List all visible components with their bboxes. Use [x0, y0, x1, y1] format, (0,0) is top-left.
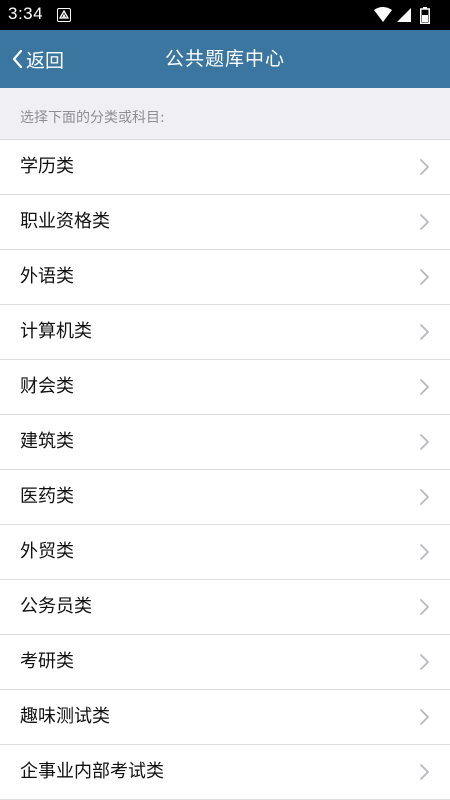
category-list: 学历类 职业资格类 外语类 计算机类 财会类 建筑类 医药类 外贸类 公务员类 … [0, 140, 450, 800]
battery-icon [420, 7, 430, 24]
wifi-icon [374, 7, 392, 22]
list-item[interactable]: 考研类 [0, 635, 450, 690]
status-time: 3:34 [8, 4, 44, 23]
section-header: 选择下面的分类或科目: [0, 88, 450, 140]
signal-icon [397, 8, 411, 22]
page-title: 公共题库中心 [164, 48, 285, 70]
list-item[interactable]: 外贸类 [0, 525, 450, 580]
list-item-label: 职业资格类 [20, 211, 110, 232]
list-item[interactable]: 计算机类 [0, 305, 450, 360]
list-item-label: 考研类 [20, 651, 74, 672]
app-bar: 公共题库中心 返回 [0, 30, 450, 88]
list-item-label: 医药类 [20, 486, 74, 507]
section-header-label: 选择下面的分类或科目: [20, 110, 165, 126]
list-item[interactable]: 企事业内部考试类 [0, 745, 450, 800]
chevron-right-icon [420, 159, 429, 175]
chevron-right-icon [420, 709, 429, 725]
list-item-label: 计算机类 [20, 321, 92, 342]
list-item-label: 公务员类 [20, 596, 92, 617]
notification-icon [57, 8, 71, 22]
chevron-right-icon [420, 544, 429, 560]
chevron-right-icon [420, 489, 429, 505]
list-item[interactable]: 职业资格类 [0, 195, 450, 250]
list-item[interactable]: 公务员类 [0, 580, 450, 635]
chevron-right-icon [420, 269, 429, 285]
chevron-right-icon [420, 324, 429, 340]
chevron-right-icon [420, 379, 429, 395]
back-button[interactable]: 返回 [8, 30, 64, 88]
chevron-right-icon [420, 214, 429, 230]
chevron-right-icon [420, 654, 429, 670]
list-item-label: 外贸类 [20, 541, 74, 562]
list-item[interactable]: 建筑类 [0, 415, 450, 470]
list-item-label: 企事业内部考试类 [20, 761, 164, 782]
list-item[interactable]: 趣味测试类 [0, 690, 450, 745]
list-item-label: 财会类 [20, 376, 74, 397]
chevron-right-icon [420, 599, 429, 615]
list-item-label: 建筑类 [20, 431, 74, 452]
list-item[interactable]: 外语类 [0, 250, 450, 305]
chevron-right-icon [420, 434, 429, 450]
list-item[interactable]: 财会类 [0, 360, 450, 415]
chevron-right-icon [420, 764, 429, 780]
list-item-label: 外语类 [20, 266, 74, 287]
chevron-left-icon [12, 49, 23, 69]
list-item-label: 学历类 [20, 156, 74, 177]
list-item[interactable]: 学历类 [0, 140, 450, 195]
status-bar: 3:34 [0, 0, 450, 30]
list-item-label: 趣味测试类 [20, 706, 110, 727]
back-label: 返回 [26, 49, 65, 72]
list-item[interactable]: 医药类 [0, 470, 450, 525]
